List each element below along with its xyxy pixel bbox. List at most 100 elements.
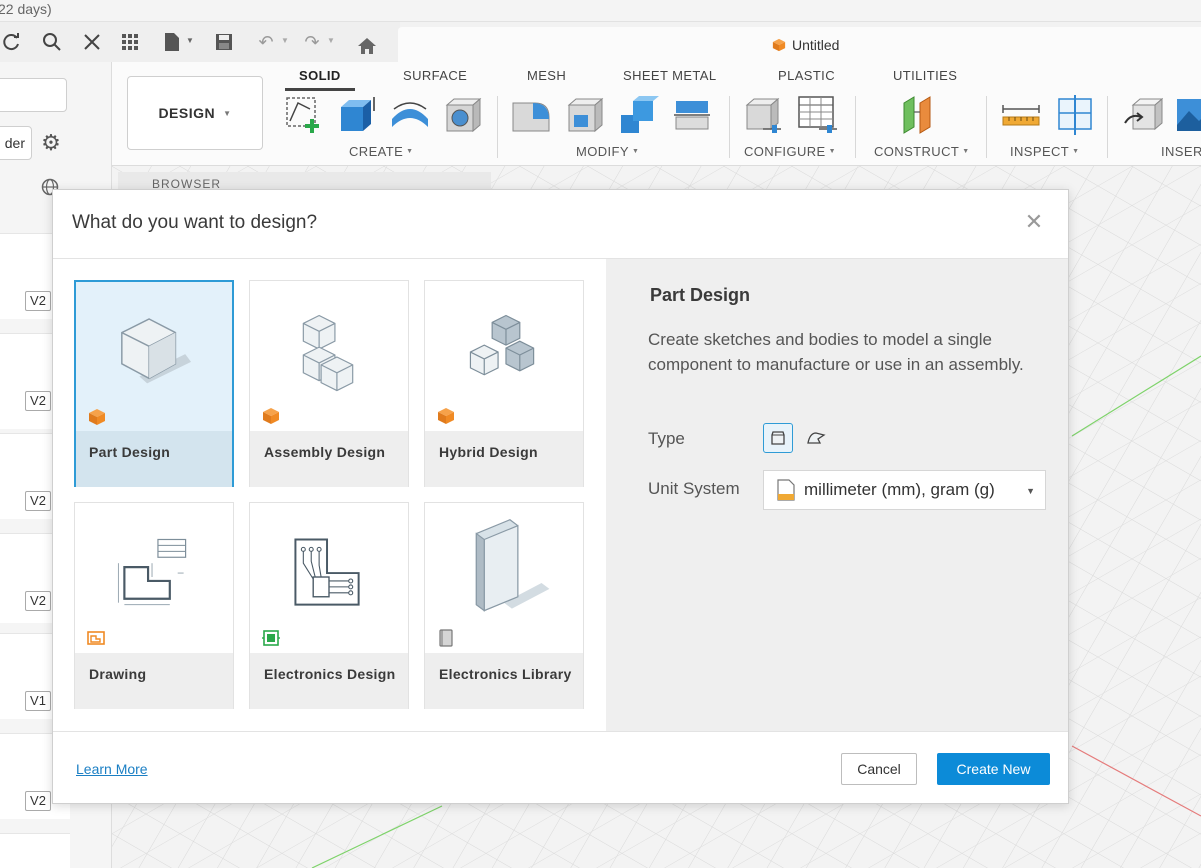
workspace-switcher[interactable]: DESIGN ▼ — [127, 76, 263, 150]
inspect-group-label: INSPECT — [1010, 144, 1070, 159]
ribbon-divider — [497, 96, 498, 158]
learn-more-link[interactable]: Learn More — [76, 761, 148, 777]
card-drawing[interactable]: Drawing — [74, 502, 234, 709]
configure-body-icon[interactable] — [743, 95, 783, 135]
ribbon-divider — [855, 96, 856, 158]
card-label: Electronics Library — [425, 653, 583, 709]
create-sketch-icon[interactable] — [284, 95, 324, 135]
trial-days-text: 22 days) — [0, 1, 52, 17]
undo-icon[interactable]: ↶ — [254, 30, 278, 54]
press-pull-icon[interactable] — [511, 95, 551, 135]
create-menu[interactable]: CREATE ▼ — [349, 144, 414, 159]
ribbon-divider — [729, 96, 730, 158]
new-folder-button[interactable]: der — [0, 126, 32, 160]
modify-menu[interactable]: MODIFY ▼ — [576, 144, 639, 159]
chevron-down-icon: ▼ — [406, 148, 414, 155]
extrude-icon[interactable] — [337, 95, 377, 135]
version-badge[interactable]: V2 — [25, 591, 51, 611]
version-badge[interactable]: V2 — [25, 391, 51, 411]
create-new-button[interactable]: Create New — [937, 753, 1050, 785]
assembly-file-icon — [263, 408, 279, 424]
document-title: Untitled — [792, 37, 840, 53]
ribbon-divider — [986, 96, 987, 158]
card-part-design[interactable]: Part Design — [74, 280, 234, 487]
fillet-icon[interactable] — [565, 95, 605, 135]
hole-icon[interactable] — [443, 95, 483, 135]
section-analysis-icon[interactable] — [1055, 95, 1095, 135]
title-bar: 22 days) — [0, 0, 1201, 22]
workspace-label: DESIGN — [158, 105, 216, 121]
tab-sheet-metal[interactable]: SHEET METAL — [623, 68, 717, 83]
configure-table-icon[interactable] — [797, 95, 837, 135]
quick-access-toolbar: ▼ ↶ ▼ ↷ ▼ — [0, 22, 400, 62]
version-badge[interactable]: V2 — [25, 291, 51, 311]
shell-icon[interactable] — [672, 95, 712, 135]
version-badge[interactable]: V2 — [25, 791, 51, 811]
chevron-down-icon: ▼ — [1072, 148, 1080, 155]
document-title-wrap: Untitled — [772, 37, 839, 53]
chevron-down-icon: ▼ — [631, 148, 640, 155]
search-icon[interactable] — [40, 30, 64, 54]
construct-menu[interactable]: CONSTRUCT ▼ — [874, 144, 970, 159]
tab-surface[interactable]: SURFACE — [403, 68, 467, 83]
close-icon[interactable]: ✕ — [1022, 210, 1046, 234]
card-assembly-design[interactable]: Assembly Design — [249, 280, 409, 487]
part-file-icon — [89, 409, 105, 425]
list-item[interactable] — [0, 833, 70, 868]
redo-dropdown-icon[interactable]: ▼ — [327, 36, 335, 45]
electronics-file-icon — [262, 630, 280, 646]
chevron-down-icon: ▼ — [223, 108, 232, 118]
document-tab[interactable]: Untitled — [398, 27, 1201, 63]
type-freeform-button[interactable] — [801, 423, 831, 453]
type-part-button[interactable] — [763, 423, 793, 453]
dialog-title: What do you want to design? — [72, 212, 318, 233]
data-panel-search[interactable] — [0, 78, 67, 112]
unit-system-value: millimeter (mm), gram (g) — [804, 480, 995, 499]
unit-system-select[interactable]: millimeter (mm), gram (g) ▼ — [763, 470, 1046, 510]
tab-utilities[interactable]: UTILITIES — [893, 68, 957, 83]
design-info-title: Part Design — [650, 285, 751, 305]
tab-mesh[interactable]: MESH — [527, 68, 566, 83]
offset-plane-icon[interactable] — [900, 95, 940, 135]
tab-solid[interactable]: SOLID — [285, 68, 355, 91]
save-icon[interactable] — [212, 30, 236, 54]
close-icon[interactable] — [80, 30, 104, 54]
card-electronics-library[interactable]: Electronics Library — [424, 502, 584, 709]
new-folder-label: der — [4, 135, 25, 151]
configure-menu[interactable]: CONFIGURE ▼ — [744, 144, 836, 159]
file-dropdown-icon[interactable]: ▼ — [186, 36, 194, 45]
revolve-icon[interactable] — [390, 95, 430, 135]
tab-plastic[interactable]: PLASTIC — [778, 68, 835, 83]
insert-canvas-icon[interactable] — [1175, 95, 1201, 135]
insert-derive-icon[interactable] — [1123, 95, 1163, 135]
cancel-button[interactable]: Cancel — [841, 753, 917, 785]
home-icon[interactable] — [355, 34, 379, 58]
ribbon-divider — [1107, 96, 1108, 158]
version-badge[interactable]: V1 — [25, 691, 51, 711]
chevron-down-icon: ▼ — [962, 148, 970, 155]
refresh-icon[interactable] — [0, 30, 24, 54]
hybrid-file-icon — [438, 408, 454, 424]
inspect-menu[interactable]: INSPECT ▼ — [1010, 144, 1080, 159]
undo-dropdown-icon[interactable]: ▼ — [281, 36, 289, 45]
redo-icon[interactable]: ↷ — [300, 30, 324, 54]
combine-icon[interactable] — [619, 95, 659, 135]
card-label: Assembly Design — [250, 431, 408, 487]
measure-icon[interactable] — [1001, 95, 1041, 135]
type-label: Type — [648, 429, 685, 448]
version-badge[interactable]: V2 — [25, 491, 51, 511]
gear-icon[interactable]: ⚙ — [38, 130, 64, 156]
card-hybrid-design[interactable]: Hybrid Design — [424, 280, 584, 487]
insert-group-label: INSERT — [1161, 144, 1201, 159]
freeform-icon — [807, 432, 826, 444]
grid-menu-icon[interactable] — [118, 30, 142, 54]
card-label: Part Design — [76, 431, 232, 487]
card-electronics-design[interactable]: Electronics Design — [249, 502, 409, 709]
file-icon[interactable] — [160, 30, 184, 54]
solid-body-icon — [771, 431, 785, 445]
library-file-icon — [439, 629, 453, 647]
chevron-down-icon: ▼ — [828, 148, 836, 155]
insert-menu[interactable]: INSERT — [1161, 144, 1201, 159]
drawing-file-icon — [87, 631, 105, 645]
document-cube-icon — [772, 38, 786, 52]
